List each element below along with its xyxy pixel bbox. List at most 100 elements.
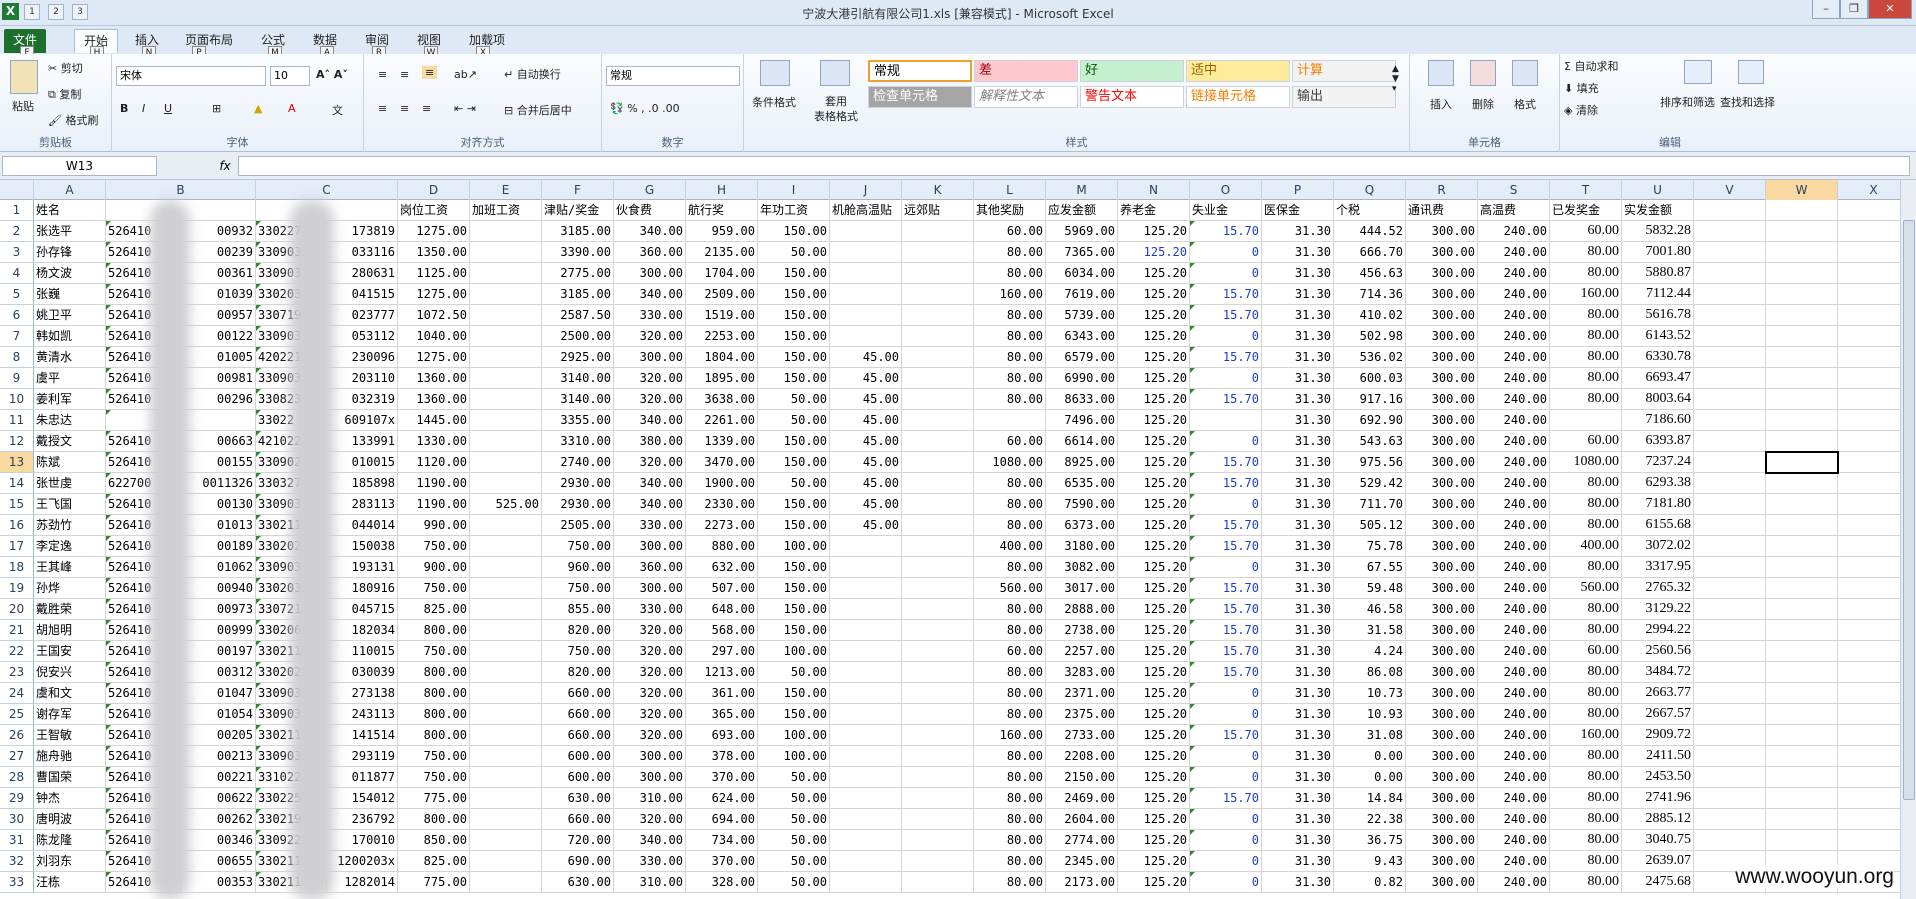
value-cell[interactable]: 2733.00 — [1046, 725, 1118, 746]
name-cell[interactable]: 曹国荣 — [34, 767, 106, 788]
value-cell[interactable]: 150.00 — [758, 704, 830, 725]
value-cell[interactable]: 125.20 — [1118, 326, 1190, 347]
id-cell[interactable]: 00221 — [181, 767, 256, 788]
empty-cell[interactable] — [1838, 368, 1900, 389]
id-cell[interactable]: 182034 — [327, 620, 398, 641]
id-cell[interactable]: 243113 — [327, 704, 398, 725]
value-cell[interactable] — [902, 809, 974, 830]
value-cell[interactable]: 400.00 — [1550, 536, 1622, 557]
value-cell[interactable]: 6990.00 — [1046, 368, 1118, 389]
column-header[interactable]: P — [1262, 180, 1334, 200]
value-cell[interactable]: 2560.56 — [1622, 641, 1694, 662]
header-cell[interactable] — [1766, 200, 1838, 221]
value-cell[interactable]: 31.30 — [1262, 767, 1334, 788]
value-cell[interactable]: 711.70 — [1334, 494, 1406, 515]
value-cell[interactable]: 456.63 — [1334, 263, 1406, 284]
cell-style-3[interactable]: 适中 — [1186, 60, 1290, 82]
value-cell[interactable]: 240.00 — [1478, 788, 1550, 809]
value-cell[interactable]: 3072.02 — [1622, 536, 1694, 557]
value-cell[interactable]: 2738.00 — [1046, 620, 1118, 641]
value-cell[interactable]: 31.30 — [1262, 242, 1334, 263]
id-cell[interactable]: 00197 — [181, 641, 256, 662]
header-cell[interactable]: 远郊贴 — [902, 200, 974, 221]
value-cell[interactable]: 300.00 — [1406, 347, 1478, 368]
row-header[interactable]: 3 — [0, 242, 34, 263]
row-header[interactable]: 5 — [0, 284, 34, 305]
value-cell[interactable]: 2273.00 — [686, 515, 758, 536]
value-cell[interactable]: 160.00 — [1550, 725, 1622, 746]
row-header[interactable]: 14 — [0, 473, 34, 494]
value-cell[interactable] — [902, 473, 974, 494]
orientation-icon[interactable]: ab↗ — [454, 68, 477, 81]
value-cell[interactable]: 150.00 — [758, 557, 830, 578]
value-cell[interactable]: 1360.00 — [398, 389, 470, 410]
value-cell[interactable]: 31.30 — [1262, 578, 1334, 599]
empty-cell[interactable] — [1766, 221, 1838, 242]
value-cell[interactable]: 328.00 — [686, 872, 758, 893]
value-cell[interactable]: 340.00 — [614, 221, 686, 242]
value-cell[interactable]: 300.00 — [1406, 620, 1478, 641]
value-cell[interactable]: 320.00 — [614, 326, 686, 347]
id-cell[interactable]: 293119 — [327, 746, 398, 767]
value-cell[interactable]: 800.00 — [398, 620, 470, 641]
empty-cell[interactable] — [1838, 578, 1900, 599]
value-cell[interactable]: 50.00 — [758, 242, 830, 263]
value-cell[interactable]: 125.20 — [1118, 851, 1190, 872]
row-header[interactable]: 29 — [0, 788, 34, 809]
value-cell[interactable]: 300.00 — [1406, 368, 1478, 389]
value-cell[interactable] — [902, 641, 974, 662]
row-header[interactable]: 28 — [0, 767, 34, 788]
value-cell[interactable]: 2135.00 — [686, 242, 758, 263]
value-cell[interactable]: 2375.00 — [1046, 704, 1118, 725]
value-cell[interactable]: 2475.68 — [1622, 872, 1694, 893]
value-cell[interactable] — [902, 578, 974, 599]
empty-cell[interactable] — [1694, 767, 1766, 788]
value-cell[interactable] — [902, 704, 974, 725]
value-cell[interactable]: 648.00 — [686, 599, 758, 620]
value-cell[interactable]: 6143.52 — [1622, 326, 1694, 347]
value-cell[interactable]: 100.00 — [758, 746, 830, 767]
value-cell[interactable]: 240.00 — [1478, 263, 1550, 284]
empty-cell[interactable] — [1838, 284, 1900, 305]
value-cell[interactable] — [470, 746, 542, 767]
value-cell[interactable]: 80.00 — [974, 809, 1046, 830]
merge-center-button[interactable]: ⊟ 合并后居中 — [504, 102, 572, 118]
save-icon[interactable]: 1 — [24, 4, 40, 20]
value-cell[interactable]: 125.20 — [1118, 284, 1190, 305]
align-middle-icon[interactable]: ≡ — [400, 68, 409, 81]
row-header[interactable]: 21 — [0, 620, 34, 641]
value-cell[interactable]: 529.42 — [1334, 473, 1406, 494]
value-cell[interactable]: 45.00 — [830, 452, 902, 473]
value-cell[interactable]: 150.00 — [758, 494, 830, 515]
value-cell[interactable]: 80.00 — [1550, 599, 1622, 620]
id-cell[interactable]: 033116 — [327, 242, 398, 263]
id-cell[interactable]: 01005 — [181, 347, 256, 368]
id-cell[interactable]: 154012 — [327, 788, 398, 809]
value-cell[interactable] — [902, 599, 974, 620]
value-cell[interactable]: 330.00 — [614, 851, 686, 872]
value-cell[interactable]: 2453.50 — [1622, 767, 1694, 788]
row-header[interactable]: 2 — [0, 221, 34, 242]
id-cell[interactable]: 01013 — [181, 515, 256, 536]
empty-cell[interactable] — [1838, 263, 1900, 284]
value-cell[interactable]: 150.00 — [758, 452, 830, 473]
empty-cell[interactable] — [1694, 809, 1766, 830]
empty-cell[interactable] — [1838, 536, 1900, 557]
value-cell[interactable]: 300.00 — [1406, 221, 1478, 242]
value-cell[interactable]: 2909.72 — [1622, 725, 1694, 746]
value-cell[interactable]: 330.00 — [614, 305, 686, 326]
id-cell[interactable]: 00361 — [181, 263, 256, 284]
value-cell[interactable]: 240.00 — [1478, 410, 1550, 431]
row-header[interactable]: 31 — [0, 830, 34, 851]
id-cell[interactable]: 01054 — [181, 704, 256, 725]
value-cell[interactable]: 7186.60 — [1622, 410, 1694, 431]
name-cell[interactable]: 孙烨 — [34, 578, 106, 599]
id-cell[interactable]: 141514 — [327, 725, 398, 746]
id-cell[interactable]: 185898 — [327, 473, 398, 494]
id-cell[interactable]: 230096 — [327, 347, 398, 368]
value-cell[interactable] — [470, 515, 542, 536]
value-cell[interactable]: 80.00 — [1550, 851, 1622, 872]
id-cell[interactable] — [181, 410, 256, 431]
id-cell[interactable]: 280631 — [327, 263, 398, 284]
value-cell[interactable]: 80.00 — [1550, 809, 1622, 830]
